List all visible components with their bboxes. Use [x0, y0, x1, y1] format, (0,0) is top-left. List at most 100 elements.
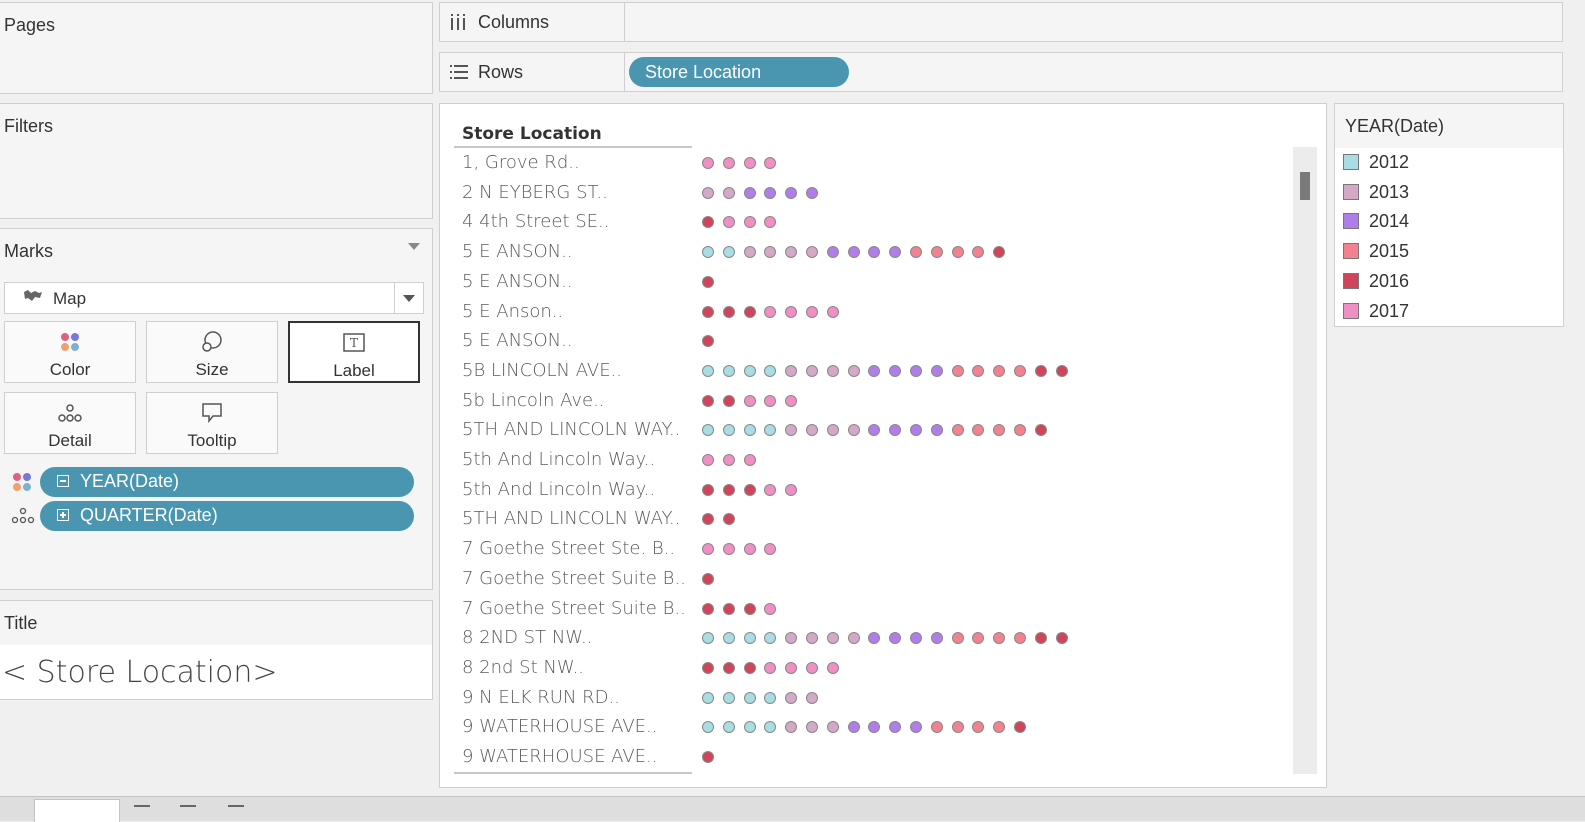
mark-dot[interactable] — [847, 721, 860, 734]
mark-dot[interactable] — [743, 691, 756, 704]
scrollbar-thumb[interactable] — [1300, 172, 1310, 200]
mark-dot[interactable] — [722, 483, 735, 496]
mark-dot[interactable] — [743, 424, 756, 437]
mark-dot[interactable] — [1034, 632, 1047, 645]
mark-dot[interactable] — [743, 632, 756, 645]
mark-dot[interactable] — [806, 661, 818, 674]
mark-dot[interactable] — [764, 246, 777, 259]
mark-dot[interactable] — [722, 661, 735, 674]
mark-dot[interactable] — [785, 661, 798, 674]
year-date-pill[interactable]: YEAR(Date) — [40, 467, 414, 497]
store-location-row-label[interactable]: 5TH AND LINCOLN WAY.. — [462, 419, 680, 440]
mark-dot[interactable] — [785, 424, 798, 437]
mark-dot[interactable] — [806, 186, 818, 199]
mark-dot[interactable] — [785, 364, 798, 377]
mark-dot[interactable] — [910, 721, 922, 734]
mark-dot[interactable] — [743, 721, 756, 734]
mark-dot[interactable] — [847, 364, 860, 377]
mark-dot[interactable] — [702, 246, 714, 259]
viz-view[interactable]: Store Location 1, Grove Rd.. 2 N EYBERG S… — [439, 103, 1327, 788]
mark-dot[interactable] — [702, 632, 714, 645]
mark-dot[interactable] — [743, 661, 756, 674]
mark-dot[interactable] — [972, 632, 985, 645]
store-location-row-label[interactable]: 5th And Lincoln Way.. — [462, 449, 655, 470]
mark-dot[interactable] — [993, 364, 1006, 377]
mark-dot[interactable] — [722, 602, 735, 615]
mark-dot[interactable] — [993, 424, 1006, 437]
mark-dot[interactable] — [826, 632, 839, 645]
mark-dot[interactable] — [1034, 424, 1047, 437]
mark-dot[interactable] — [806, 246, 818, 259]
store-location-row-label[interactable]: 7 Goethe Street Ste. B.. — [462, 538, 675, 559]
mark-dot[interactable] — [743, 186, 756, 199]
mark-dot[interactable] — [806, 691, 818, 704]
mark-dot[interactable] — [889, 721, 902, 734]
mark-dot[interactable] — [743, 364, 756, 377]
mark-dot[interactable] — [806, 424, 818, 437]
mark-dot[interactable] — [722, 216, 735, 229]
mark-dot[interactable] — [743, 305, 756, 318]
mark-dot[interactable] — [806, 721, 818, 734]
store-location-row-label[interactable]: 7 Goethe Street Suite B.. — [462, 568, 686, 589]
mark-dot[interactable] — [785, 632, 798, 645]
mark-dot[interactable] — [702, 305, 714, 318]
mark-dot[interactable] — [847, 424, 860, 437]
new-dashboard-icon[interactable] — [180, 805, 196, 819]
mark-dot[interactable] — [785, 394, 798, 407]
mark-dot[interactable] — [930, 246, 943, 259]
filters-card[interactable]: Filters — [0, 103, 433, 219]
mark-dot[interactable] — [868, 721, 881, 734]
store-location-row-label[interactable]: 5 E ANSON.. — [462, 330, 573, 351]
mark-dot[interactable] — [868, 364, 881, 377]
store-location-header[interactable]: Store Location — [462, 124, 602, 144]
mark-dot[interactable] — [1055, 364, 1068, 377]
mark-dot[interactable] — [722, 305, 735, 318]
mark-dot[interactable] — [889, 364, 902, 377]
mark-dot[interactable] — [702, 157, 714, 169]
mark-dot[interactable] — [702, 335, 714, 348]
color-button[interactable]: Color — [4, 321, 136, 383]
mark-dot[interactable] — [1014, 632, 1026, 645]
mark-dot[interactable] — [993, 721, 1006, 734]
mark-dot[interactable] — [826, 424, 839, 437]
mark-dot[interactable] — [702, 275, 714, 288]
store-location-pill[interactable]: Store Location — [629, 57, 849, 87]
mark-dot[interactable] — [722, 513, 735, 526]
mark-dot[interactable] — [1055, 632, 1068, 645]
mark-dot[interactable] — [785, 721, 798, 734]
mark-dot[interactable] — [743, 483, 756, 496]
mark-dot[interactable] — [951, 632, 964, 645]
mark-dot[interactable] — [764, 543, 777, 556]
mark-dot[interactable] — [702, 661, 714, 674]
mark-dot[interactable] — [743, 543, 756, 556]
mark-dot[interactable] — [764, 157, 777, 169]
store-location-row-label[interactable]: 5TH AND LINCOLN WAY.. — [462, 508, 680, 529]
mark-dot[interactable] — [826, 721, 839, 734]
store-location-row-label[interactable]: 1, Grove Rd.. — [462, 152, 580, 173]
mark-dot[interactable] — [702, 721, 714, 734]
tooltip-button[interactable]: Tooltip — [146, 392, 278, 454]
mark-dot[interactable] — [910, 424, 922, 437]
mark-dot[interactable] — [910, 246, 922, 259]
store-location-row-label[interactable]: 9 N ELK RUN RD.. — [462, 687, 620, 708]
mark-dot[interactable] — [930, 364, 943, 377]
store-location-row-label[interactable]: 5th And Lincoln Way.. — [462, 479, 655, 500]
mark-dot[interactable] — [826, 364, 839, 377]
mark-dot[interactable] — [702, 394, 714, 407]
mark-dot[interactable] — [993, 246, 1006, 259]
pages-card[interactable]: Pages — [0, 2, 433, 94]
mark-dot[interactable] — [702, 513, 714, 526]
mark-dot[interactable] — [702, 454, 714, 466]
mark-dot[interactable] — [951, 364, 964, 377]
mark-dot[interactable] — [743, 394, 756, 407]
chevron-down-icon[interactable] — [394, 283, 423, 313]
mark-dot[interactable] — [764, 483, 777, 496]
mark-dot[interactable] — [764, 364, 777, 377]
mark-dot[interactable] — [764, 305, 777, 318]
mark-dot[interactable] — [826, 246, 839, 259]
mark-dot[interactable] — [847, 632, 860, 645]
mark-dot[interactable] — [1014, 424, 1026, 437]
mark-dot[interactable] — [764, 632, 777, 645]
mark-dot[interactable] — [702, 543, 714, 556]
vertical-scrollbar[interactable] — [1293, 147, 1317, 774]
